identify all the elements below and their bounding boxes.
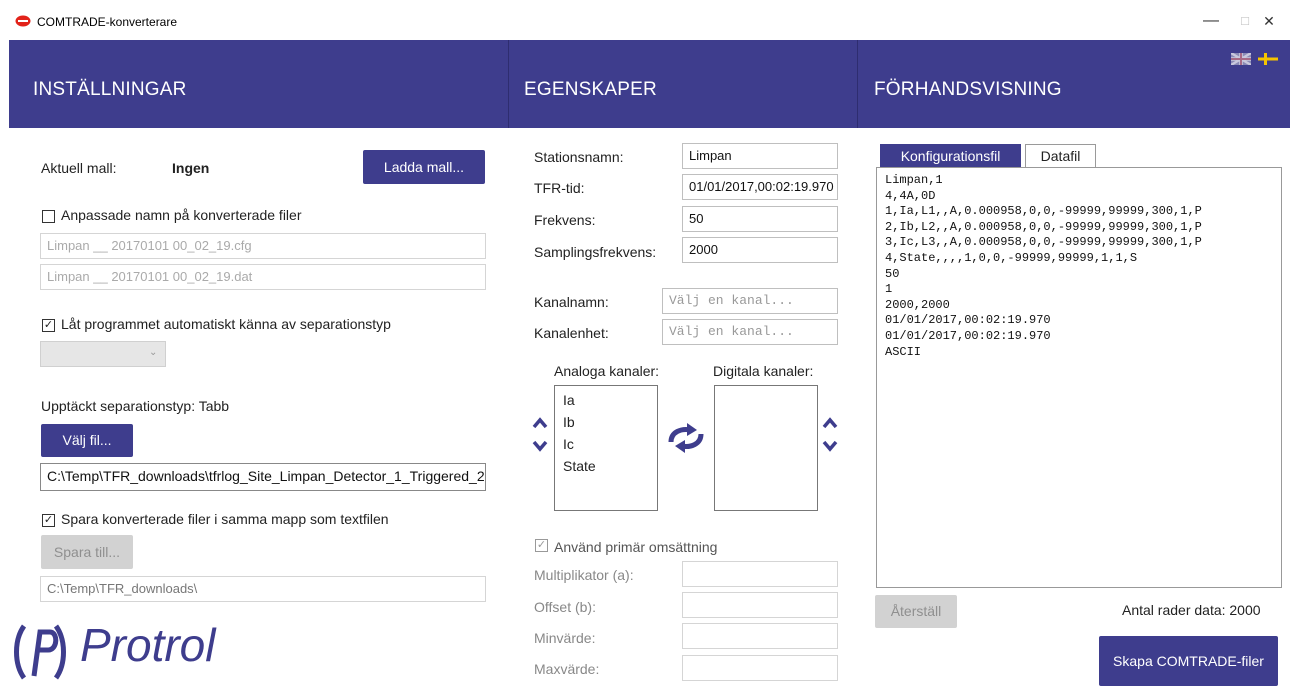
channel-unit-label: Kanalenhet: <box>534 325 609 341</box>
current-template-value: Ingen <box>172 160 210 176</box>
custom-names-label: Anpassade namn på konverterade filer <box>61 207 302 223</box>
offset-field[interactable] <box>682 592 838 618</box>
digital-move-down-icon[interactable] <box>822 439 838 457</box>
load-template-button[interactable]: Ladda mall... <box>363 150 485 184</box>
analog-channels-label: Analoga kanaler: <box>554 363 660 379</box>
frequency-label: Frekvens: <box>534 212 596 228</box>
window-title: COMTRADE-konverterare <box>37 15 178 29</box>
tfr-time-field[interactable]: 01/01/2017,00:02:19.970 <box>682 174 838 200</box>
title-bar: COMTRADE-konverterare — □ ✕ <box>0 0 1290 40</box>
list-item[interactable]: Ia <box>555 389 657 411</box>
list-item[interactable]: Ib <box>555 411 657 433</box>
multiplier-label: Multiplikator (a): <box>534 567 634 583</box>
station-name-label: Stationsnamn: <box>534 149 624 165</box>
sampling-label: Samplingsfrekvens: <box>534 244 657 260</box>
swedish-flag-icon[interactable] <box>1258 52 1278 70</box>
header-divider <box>508 40 509 128</box>
create-comtrade-button[interactable]: Skapa COMTRADE-filer <box>1099 636 1278 686</box>
choose-file-button[interactable]: Välj fil... <box>41 424 133 457</box>
auto-detect-checkbox[interactable]: ✓ <box>42 319 55 332</box>
digital-channels-label: Digitala kanaler: <box>713 363 814 379</box>
minimize-button[interactable]: — <box>1196 10 1226 32</box>
settings-heading: INSTÄLLNINGAR <box>33 79 187 100</box>
digital-channels-list[interactable] <box>714 385 818 511</box>
current-template-label: Aktuell mall: <box>41 160 117 176</box>
multiplier-field[interactable] <box>682 561 838 587</box>
swap-channels-icon[interactable] <box>667 422 705 459</box>
dat-filename-field[interactable]: Limpan __ 20170101 00_02_19.dat <box>40 264 486 290</box>
auto-detect-label: Låt programmet automatiskt känna av sepa… <box>61 316 391 332</box>
file-path-field[interactable]: C:\Temp\TFR_downloads\tfrlog_Site_Limpan… <box>40 463 486 491</box>
tab-config-file[interactable]: Konfigurationsfil <box>880 144 1021 168</box>
tfr-time-label: TFR-tid: <box>534 180 585 196</box>
frequency-field[interactable]: 50 <box>682 206 838 232</box>
channel-name-field[interactable]: Välj en kanal... <box>662 288 838 314</box>
row-count-text: Antal rader data: 2000 <box>1122 602 1261 618</box>
offset-label: Offset (b): <box>534 599 596 615</box>
min-value-field[interactable] <box>682 623 838 649</box>
properties-heading: EGENSKAPER <box>524 79 657 100</box>
preview-content: Limpan,1 4,4A,0D 1,Ia,L1,,A,0.000958,0,0… <box>876 167 1282 588</box>
custom-names-checkbox[interactable] <box>42 210 55 223</box>
list-item[interactable]: State <box>555 455 657 477</box>
max-value-field[interactable] <box>682 655 838 681</box>
tab-data-file[interactable]: Datafil <box>1025 144 1096 168</box>
preview-heading: FÖRHANDSVISNING <box>874 79 1062 100</box>
save-folder-field[interactable]: C:\Temp\TFR_downloads\ <box>40 576 486 602</box>
app-logo-icon <box>15 14 31 32</box>
separator-select[interactable]: ⌄ <box>40 341 166 367</box>
channel-unit-field[interactable]: Välj en kanal... <box>662 319 838 345</box>
analog-move-down-icon[interactable] <box>532 439 548 457</box>
channel-name-label: Kanalnamn: <box>534 294 609 310</box>
reset-button[interactable]: Återställ <box>875 595 957 628</box>
station-name-field[interactable]: Limpan <box>682 143 838 169</box>
close-button[interactable]: ✕ <box>1254 10 1284 32</box>
chevron-down-icon: ⌄ <box>149 347 158 358</box>
use-primary-checkbox[interactable]: ✓ <box>535 539 548 552</box>
list-item[interactable]: Ic <box>555 433 657 455</box>
digital-move-up-icon[interactable] <box>822 416 838 434</box>
english-flag-icon[interactable] <box>1230 51 1252 70</box>
use-primary-label: Använd primär omsättning <box>554 539 718 555</box>
cfg-filename-field[interactable]: Limpan __ 20170101 00_02_19.cfg <box>40 233 486 259</box>
brand-name: Protrol <box>80 619 216 671</box>
header-divider <box>857 40 858 128</box>
analog-channels-list[interactable]: Ia Ib Ic State <box>554 385 658 511</box>
save-same-folder-checkbox[interactable]: ✓ <box>42 514 55 527</box>
sampling-field[interactable]: 2000 <box>682 237 838 263</box>
detected-separator-text: Upptäckt separationstyp: Tabb <box>41 398 230 414</box>
analog-move-up-icon[interactable] <box>532 416 548 434</box>
max-value-label: Maxvärde: <box>534 661 600 677</box>
save-same-folder-label: Spara konverterade filer i samma mapp so… <box>61 511 389 527</box>
save-to-button[interactable]: Spara till... <box>41 535 133 569</box>
protrol-logo-icon <box>12 620 76 689</box>
min-value-label: Minvärde: <box>534 630 596 646</box>
